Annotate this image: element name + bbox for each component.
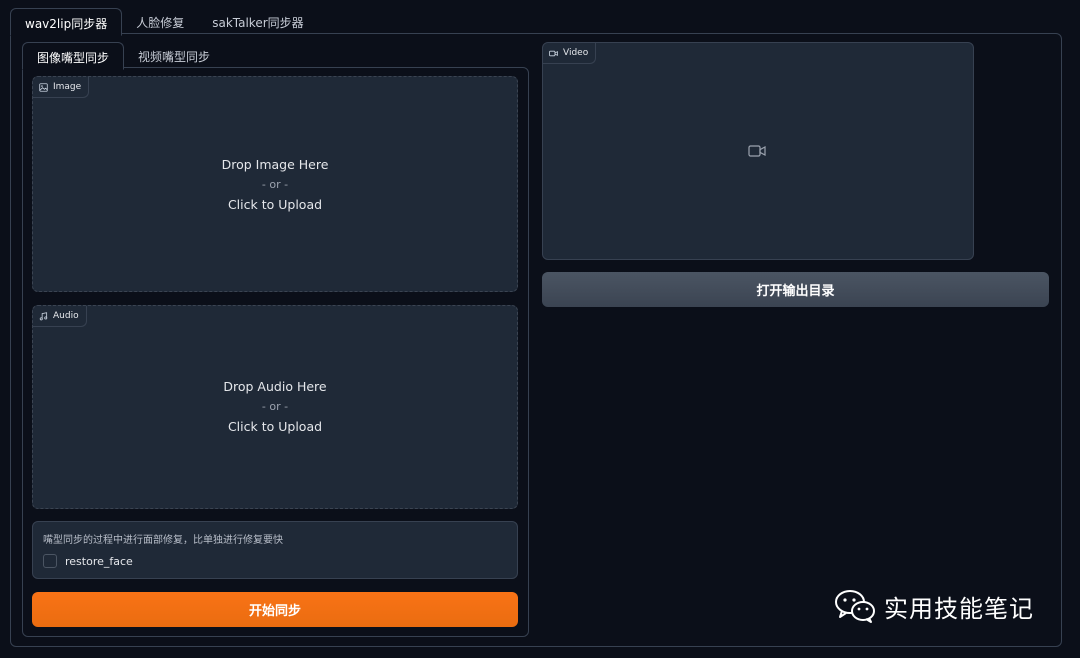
restore-face-checkbox[interactable]	[43, 554, 57, 568]
video-output-label: Video	[543, 43, 597, 64]
restore-face-group: 嘴型同步的过程中进行面部修复，比单独进行修复要快 restore_face	[32, 521, 518, 579]
audio-drop-text: Drop Audio Here	[223, 379, 327, 394]
image-click-text: Click to Upload	[227, 197, 323, 212]
image-or-text: - or -	[261, 178, 289, 191]
image-drop-instructions: Drop Image Here - or - Click to Upload	[33, 155, 517, 215]
restore-face-info: 嘴型同步的过程中进行面部修复，比单独进行修复要快	[43, 535, 283, 546]
wechat-watermark: 实用技能笔记	[834, 588, 1034, 624]
audio-or-text: - or -	[261, 400, 289, 413]
video-output: Video	[542, 42, 974, 260]
video-icon	[549, 50, 558, 56]
audio-drop-instructions: Drop Audio Here - or - Click to Upload	[33, 377, 517, 437]
tab-image-lipsync[interactable]: 图像嘴型同步	[22, 42, 125, 70]
restore-face-row[interactable]: restore_face	[43, 554, 133, 568]
audio-upload-label: Audio	[33, 306, 87, 327]
sub-tab-bar: 图像嘴型同步 视频嘴型同步	[22, 42, 224, 70]
image-icon	[39, 82, 48, 92]
image-label-text: Image	[53, 82, 82, 92]
image-upload-label: Image	[33, 77, 90, 98]
tab-sadtalker[interactable]: sakTalker同步器	[198, 8, 317, 34]
image-upload-dropzone[interactable]: Image Drop Image Here - or - Click to Up…	[32, 76, 518, 292]
tab-video-lipsync[interactable]: 视频嘴型同步	[124, 42, 224, 68]
top-tab-bar: wav2lip同步器 人脸修复 sakTalker同步器	[10, 8, 318, 36]
audio-click-text: Click to Upload	[227, 419, 323, 434]
audio-label-text: Audio	[53, 311, 79, 321]
music-icon	[39, 311, 48, 320]
video-placeholder-icon	[748, 145, 766, 157]
start-sync-button[interactable]: 开始同步	[32, 592, 518, 627]
tab-wav2lip[interactable]: wav2lip同步器	[10, 8, 123, 36]
open-output-dir-button[interactable]: 打开输出目录	[542, 272, 1049, 307]
audio-upload-dropzone[interactable]: Audio Drop Audio Here - or - Click to Up…	[32, 305, 518, 509]
restore-face-label[interactable]: restore_face	[65, 555, 133, 568]
video-label-text: Video	[563, 48, 589, 58]
tab-face-restore[interactable]: 人脸修复	[122, 8, 198, 34]
image-drop-text: Drop Image Here	[221, 157, 329, 172]
watermark-text: 实用技能笔记	[884, 594, 1034, 623]
wechat-icon	[835, 590, 875, 623]
